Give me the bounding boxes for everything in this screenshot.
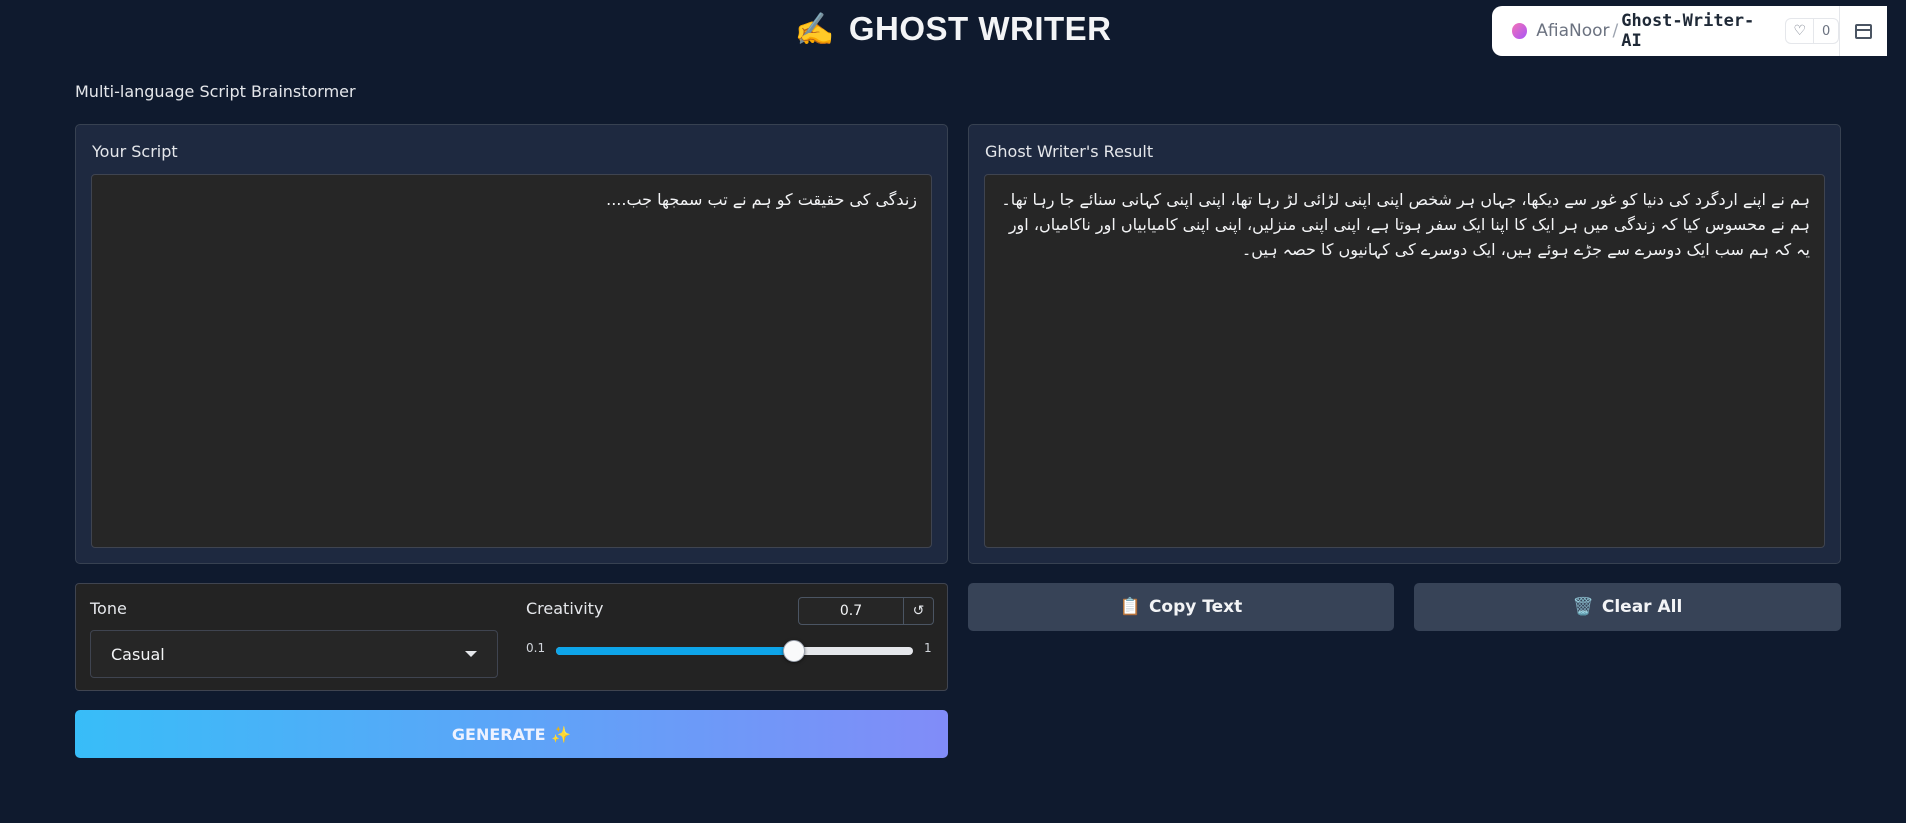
space-badge: AfiaNoor / Ghost-Writer-AI ♡ 0 (1492, 6, 1887, 56)
tone-selected-value: Casual (111, 644, 165, 664)
generate-button[interactable]: GENERATE ✨ (75, 710, 948, 758)
clipboard-icon: 📋 (1119, 597, 1141, 617)
reset-icon[interactable]: ↺ (903, 598, 933, 624)
script-input[interactable]: زندگی کی حقیقت کو ہم نے تب سمجھا جب.... (91, 174, 932, 548)
script-panel: Your Script زندگی کی حقیقت کو ہم نے تب س… (75, 124, 948, 564)
generate-label: GENERATE ✨ (451, 724, 572, 744)
copy-text-button[interactable]: 📋 Copy Text (968, 583, 1394, 631)
heart-icon: ♡ (1786, 19, 1815, 43)
creativity-label: Creativity (526, 599, 604, 618)
page-subtitle: Multi-language Script Brainstormer (75, 82, 356, 101)
clear-all-button[interactable]: 🗑️ Clear All (1414, 583, 1841, 631)
creativity-number-input[interactable] (799, 598, 903, 624)
space-owner-link[interactable]: AfiaNoor (1536, 21, 1609, 41)
window-icon (1855, 23, 1873, 39)
result-panel: Ghost Writer's Result ہم نے اپنے اردگرد … (968, 124, 1841, 564)
space-menu-button[interactable] (1839, 6, 1887, 56)
writing-hand-icon: ✍️ (794, 11, 835, 47)
tone-label: Tone (90, 599, 127, 618)
slider-min-label: 0.1 (526, 641, 546, 655)
clear-all-label: Clear All (1601, 597, 1683, 617)
result-label: Ghost Writer's Result (985, 142, 1154, 161)
path-separator: / (1612, 21, 1619, 41)
script-label: Your Script (92, 142, 178, 161)
result-output[interactable]: ہم نے اپنے اردگرد کی دنیا کو غور سے دیکھ… (984, 174, 1825, 548)
chevron-down-icon (465, 651, 477, 657)
slider-fill (556, 647, 795, 655)
slider-max-label: 1 (924, 641, 932, 655)
slider-thumb[interactable] (783, 640, 806, 662)
app-title: GHOST WRITER (848, 10, 1112, 47)
creativity-number-box: ↺ (798, 597, 934, 625)
like-button[interactable]: ♡ 0 (1785, 18, 1840, 44)
copy-text-label: Copy Text (1148, 597, 1243, 617)
owner-avatar[interactable] (1512, 23, 1528, 39)
creativity-slider[interactable] (556, 640, 913, 662)
tone-dropdown[interactable]: Casual (90, 630, 498, 678)
like-count: 0 (1822, 23, 1831, 39)
settings-panel: Tone Casual Creativity ↺ 0.1 1 (75, 583, 948, 691)
space-repo-link[interactable]: Ghost-Writer-AI (1621, 11, 1767, 51)
trash-icon: 🗑️ (1572, 597, 1594, 617)
